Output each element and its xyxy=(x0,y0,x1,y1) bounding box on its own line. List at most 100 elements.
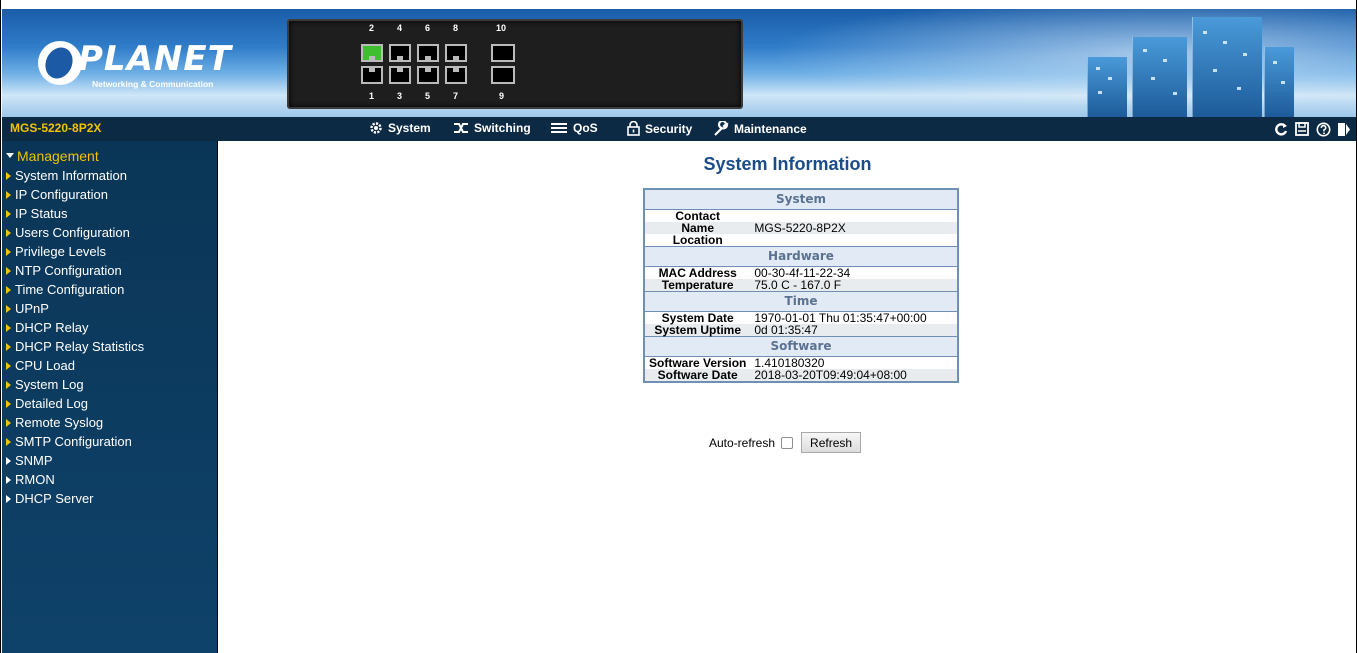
sidebar-item-label: IP Status xyxy=(15,206,68,221)
sidebar-item-label: System Log xyxy=(15,377,84,392)
row-value: MGS-5220-8P2X xyxy=(750,222,958,234)
sidebar-item-dhcp-relay-statistics[interactable]: DHCP Relay Statistics xyxy=(2,337,217,356)
nav-system-label: System xyxy=(388,121,431,135)
sidebar-item-privilege-levels[interactable]: Privilege Levels xyxy=(2,242,217,261)
table-row: System Uptime 0d 01:35:47 xyxy=(644,324,958,337)
nav-switching-label: Switching xyxy=(474,121,531,135)
bullet-arrow-icon xyxy=(6,209,11,218)
port-8[interactable] xyxy=(445,44,467,62)
nav-system[interactable]: System xyxy=(369,121,431,135)
switching-arrows-icon xyxy=(454,123,468,133)
port-number: 7 xyxy=(453,91,459,101)
refresh-button[interactable]: Refresh xyxy=(801,432,862,453)
bullet-arrow-icon xyxy=(6,228,11,237)
sidebar-item-system-log[interactable]: System Log xyxy=(2,375,217,394)
planet-logo: PLANET Networking & Communication xyxy=(38,37,231,97)
help-icon[interactable] xyxy=(1314,120,1332,138)
sidebar-group-snmp[interactable]: SNMP xyxy=(2,451,217,470)
sidebar-item-label: CPU Load xyxy=(15,358,75,373)
section-header-time: Time xyxy=(644,291,958,312)
sidebar-item-label: NTP Configuration xyxy=(15,263,122,278)
sidebar-item-label: Users Configuration xyxy=(15,225,130,240)
sidebar-item-remote-syslog[interactable]: Remote Syslog xyxy=(2,413,217,432)
port-5[interactable] xyxy=(417,66,439,84)
refresh-controls: Auto-refresh Refresh xyxy=(709,432,862,453)
save-icon[interactable] xyxy=(1293,120,1311,138)
auto-refresh-checkbox[interactable] xyxy=(781,436,794,449)
expanded-arrow-icon xyxy=(6,152,14,158)
table-row: Temperature 75.0 C - 167.0 F xyxy=(644,279,958,292)
bullet-arrow-icon xyxy=(6,285,11,294)
row-value xyxy=(750,234,958,247)
table-row: Location xyxy=(644,234,958,247)
sidebar-item-users-configuration[interactable]: Users Configuration xyxy=(2,223,217,242)
row-label: Software Date xyxy=(644,369,751,382)
section-header-system: System xyxy=(644,188,958,210)
table-row: Software Date 2018-03-20T09:49:04+08:00 xyxy=(644,369,958,382)
port-7[interactable] xyxy=(445,66,467,84)
port-10[interactable] xyxy=(491,44,515,62)
collapsed-arrow-icon xyxy=(6,456,11,465)
section-header-software: Software xyxy=(644,336,958,357)
bullet-arrow-icon xyxy=(6,342,11,351)
nav-qos-label: QoS xyxy=(573,121,598,135)
logo-mark-icon xyxy=(38,41,82,85)
lock-icon xyxy=(627,121,640,136)
port-number: 6 xyxy=(425,23,431,33)
port-6[interactable] xyxy=(417,44,439,62)
sidebar-item-ip-configuration[interactable]: IP Configuration xyxy=(2,185,217,204)
row-label: Location xyxy=(672,233,723,247)
device-model: MGS-5220-8P2X xyxy=(10,121,102,135)
port-number: 5 xyxy=(425,91,431,101)
port-number: 4 xyxy=(397,23,403,33)
building-graphic xyxy=(1264,47,1294,117)
page-title: System Information xyxy=(703,154,872,174)
switch-port-panel: 2 4 6 8 10 1 3 5 7 9 xyxy=(287,19,743,109)
port-4[interactable] xyxy=(389,44,411,62)
sidebar-item-label: Privilege Levels xyxy=(15,244,107,259)
sidebar-item-system-information[interactable]: System Information xyxy=(2,166,217,185)
row-value: 75.0 C - 167.0 F xyxy=(750,279,958,292)
logo-text: PLANET xyxy=(78,39,232,79)
sidebar-item-label: IP Configuration xyxy=(15,187,108,202)
nav-switching[interactable]: Switching xyxy=(453,121,531,135)
port-1[interactable] xyxy=(361,66,383,84)
port-number: 8 xyxy=(453,23,459,33)
sidebar-item-cpu-load[interactable]: CPU Load xyxy=(2,356,217,375)
building-graphic xyxy=(1087,57,1127,117)
sidebar-item-label: DHCP Server xyxy=(15,491,94,506)
sidebar-group-label: Management xyxy=(17,148,99,164)
sidebar-item-dhcp-relay[interactable]: DHCP Relay xyxy=(2,318,217,337)
wrench-icon xyxy=(714,121,729,136)
logout-icon[interactable] xyxy=(1335,120,1353,138)
port-number: 9 xyxy=(499,91,505,101)
sidebar-group-rmon[interactable]: RMON xyxy=(2,470,217,489)
sidebar: Management System Information IP Configu… xyxy=(2,141,218,653)
bullet-arrow-icon xyxy=(6,380,11,389)
bullet-arrow-icon xyxy=(6,171,11,180)
gear-icon xyxy=(370,122,382,134)
bullet-arrow-icon xyxy=(6,323,11,332)
sidebar-item-time-configuration[interactable]: Time Configuration xyxy=(2,280,217,299)
refresh-icon[interactable] xyxy=(1272,120,1290,138)
sidebar-item-detailed-log[interactable]: Detailed Log xyxy=(2,394,217,413)
sidebar-item-label: RMON xyxy=(15,472,55,487)
nav-qos[interactable]: QoS xyxy=(550,121,598,135)
port-3[interactable] xyxy=(389,66,411,84)
app-frame: PLANET Networking & Communication 2 4 6 … xyxy=(0,0,1357,653)
sidebar-item-ntp-configuration[interactable]: NTP Configuration xyxy=(2,261,217,280)
port-9[interactable] xyxy=(491,66,515,84)
sidebar-group-dhcp-server[interactable]: DHCP Server xyxy=(2,489,217,508)
nav-security[interactable]: Security xyxy=(627,121,692,136)
bullet-arrow-icon xyxy=(6,266,11,275)
bullet-arrow-icon xyxy=(6,190,11,199)
port-2[interactable] xyxy=(361,44,383,62)
sidebar-item-upnp[interactable]: UPnP xyxy=(2,299,217,318)
nav-maintenance[interactable]: Maintenance xyxy=(713,121,807,136)
collapsed-arrow-icon xyxy=(6,494,11,503)
sidebar-item-ip-status[interactable]: IP Status xyxy=(2,204,217,223)
bullet-arrow-icon xyxy=(6,304,11,313)
bullet-arrow-icon xyxy=(6,437,11,446)
sidebar-group-management[interactable]: Management xyxy=(2,147,217,166)
sidebar-item-smtp-configuration[interactable]: SMTP Configuration xyxy=(2,432,217,451)
